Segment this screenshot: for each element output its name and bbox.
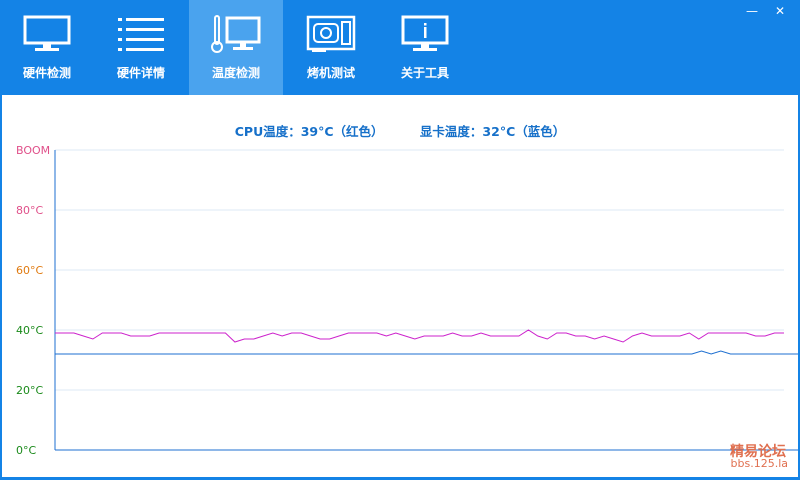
tab-label: 温度检测: [211, 66, 260, 80]
y-tick-label: 80°C: [16, 204, 43, 217]
cpu-temp-series-line: [55, 329, 784, 343]
temperature-chart: 0°C 20°C 40°C 60°C 80°C BOOM: [16, 144, 798, 457]
temperature-legend: CPU温度：39°C（红色） 显卡温度：32°C（蓝色）: [0, 121, 800, 140]
cpu-temp-label: CPU温度：39°C（红色）: [234, 124, 384, 139]
y-tick-label: 40°C: [16, 324, 43, 337]
close-icon[interactable]: ✕: [772, 3, 788, 19]
info-monitor-icon: [378, 14, 472, 56]
tab-label: 关于工具: [400, 66, 449, 80]
monitor-icon: [0, 14, 94, 56]
toolbar: 硬件检测 硬件详情 温度检测 烤机测试 关于工具 — ✕: [0, 0, 800, 95]
tab-about[interactable]: 关于工具: [378, 0, 472, 95]
y-tick-label: 0°C: [16, 444, 36, 457]
tab-hardware-details[interactable]: 硬件详情: [94, 0, 188, 95]
list-icon: [94, 14, 188, 56]
tab-burn-in-test[interactable]: 烤机测试: [284, 0, 378, 95]
gpu-temp-series-line: [55, 350, 798, 355]
tab-temperature[interactable]: 温度检测: [189, 0, 283, 95]
tab-hardware-detect[interactable]: 硬件检测: [0, 0, 94, 95]
window-border-left: [0, 95, 2, 480]
minimize-icon[interactable]: —: [744, 3, 760, 19]
thermometer-monitor-icon: [189, 14, 283, 56]
y-tick-label: BOOM: [16, 144, 50, 157]
tab-label: 硬件详情: [116, 66, 165, 80]
gpu-temp-label: 显卡温度：32°C（蓝色）: [419, 124, 566, 139]
y-tick-label: 20°C: [16, 384, 43, 397]
y-tick-label: 60°C: [16, 264, 43, 277]
tab-label: 硬件检测: [22, 66, 71, 80]
graphics-card-icon: [284, 14, 378, 56]
watermark-url: bbs.125.la: [730, 457, 788, 470]
tab-label: 烤机测试: [306, 66, 355, 80]
